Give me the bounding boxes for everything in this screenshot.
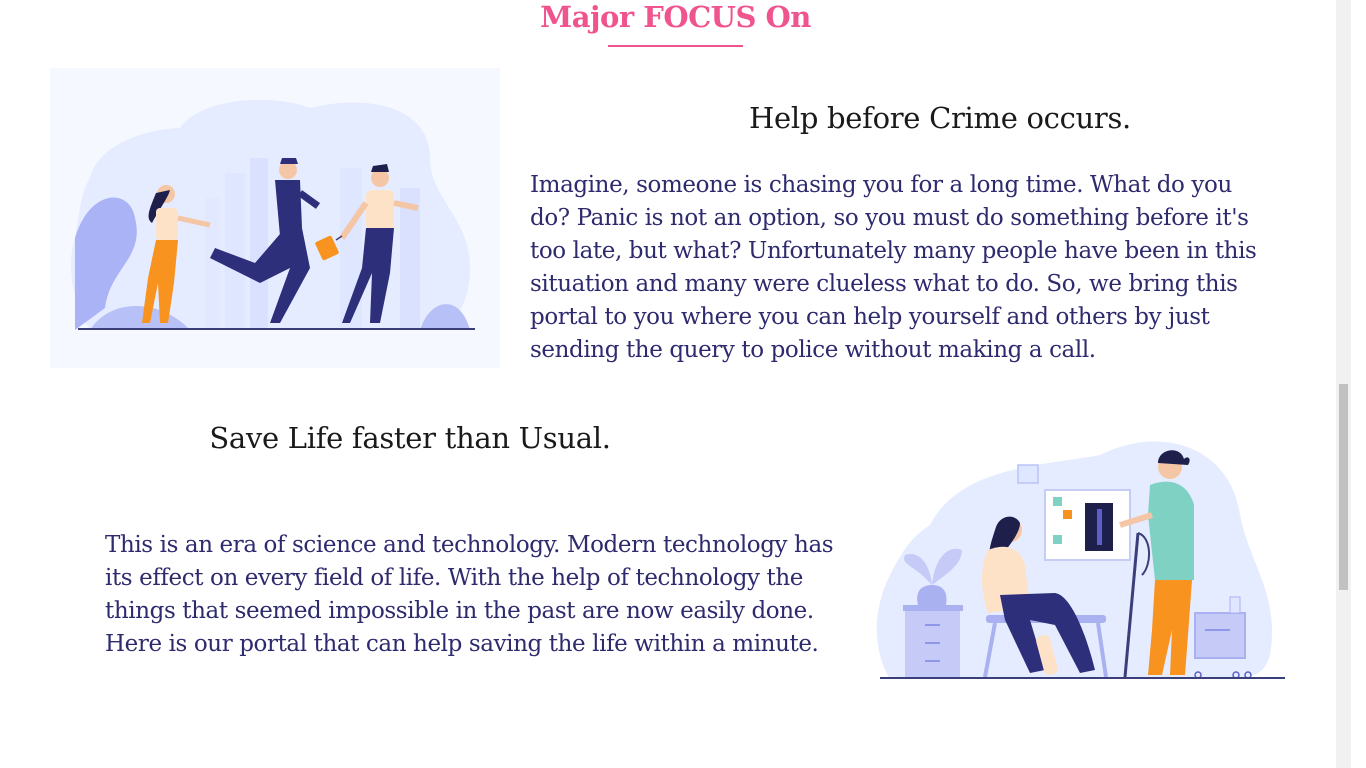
doctor-patient-illustration <box>870 425 1290 685</box>
page-scrollbar[interactable] <box>1336 0 1351 768</box>
block-heading-crime: Help before Crime occurs. <box>749 101 1131 135</box>
scrollbar-thumb[interactable] <box>1339 384 1348 590</box>
section-title: Major FOCUS On <box>540 0 811 34</box>
page: Major FOCUS On Help before Crime occurs.… <box>0 0 1351 768</box>
block-text-life: This is an era of science and technology… <box>105 532 834 657</box>
block-text-crime: Imagine, someone is chasing you for a lo… <box>530 172 1257 363</box>
block-heading-life: Save Life faster than Usual. <box>209 421 611 455</box>
title-underline <box>608 45 743 47</box>
police-chase-illustration <box>50 68 500 368</box>
